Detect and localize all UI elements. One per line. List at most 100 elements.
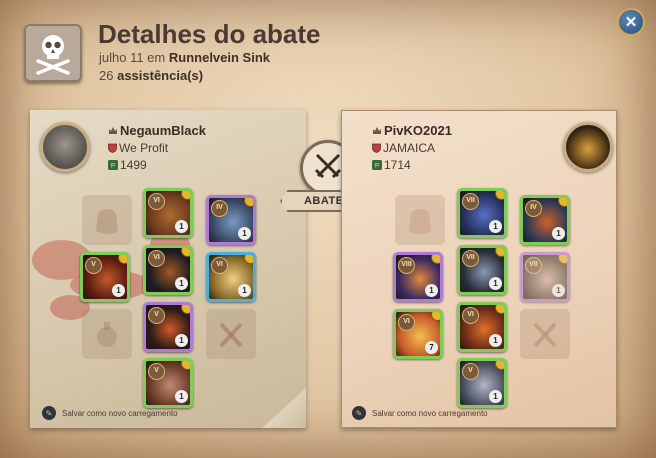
- killer-armor-slot[interactable]: VI 1: [143, 245, 193, 295]
- kill-date-location: julho 11 em Runnelvein Sink: [99, 50, 270, 65]
- victim-head-slot[interactable]: VII 1: [457, 188, 507, 238]
- empty-potion-slot: [82, 309, 132, 359]
- quantity-badge: 1: [489, 277, 502, 290]
- crossed-swords-icon: [311, 149, 345, 188]
- victim-guild-row: JAMAICA: [372, 141, 435, 156]
- killer-cape-slot[interactable]: IV 1: [206, 195, 256, 245]
- empty-food-slot: [520, 309, 570, 359]
- tier-badge: VI: [462, 307, 479, 324]
- guild-shield-icon: [108, 142, 117, 156]
- quantity-badge: 1: [489, 334, 502, 347]
- quantity-badge: 1: [489, 390, 502, 403]
- victim-item-power: 1714: [384, 158, 411, 172]
- tier-badge: V: [148, 363, 165, 380]
- save-loadout-icon: ✎: [352, 406, 366, 420]
- quantity-badge: 1: [552, 284, 565, 297]
- empty-bag-slot: [395, 195, 445, 245]
- quantity-badge: 1: [175, 277, 188, 290]
- fork-knife-icon: [520, 322, 570, 363]
- quantity-badge: 7: [425, 341, 438, 354]
- item-power-icon: P: [372, 159, 382, 173]
- tier-badge: V: [148, 307, 165, 324]
- victim-name-row: PivKO2021: [372, 123, 452, 139]
- victim-name: PivKO2021: [384, 123, 452, 138]
- enchant-icon: [181, 248, 190, 257]
- enchant-icon: [495, 305, 504, 314]
- tier-badge: VI: [398, 314, 415, 331]
- killer-offhand-slot[interactable]: VI 1: [206, 252, 256, 302]
- tier-badge: VII: [462, 250, 479, 267]
- killer-guild: We Profit: [119, 141, 169, 155]
- victim-ip-row: P 1714: [372, 158, 411, 173]
- victim-avatar: [563, 122, 613, 172]
- victim-armor-slot[interactable]: VII 1: [457, 245, 507, 295]
- assist-label: assistência(s): [117, 68, 204, 83]
- enchant-icon: [181, 361, 190, 370]
- crown-icon: [372, 124, 382, 139]
- save-loadout-icon: ✎: [42, 406, 56, 420]
- enchant-icon: [244, 255, 253, 264]
- tier-badge: VIII: [398, 257, 415, 274]
- tier-badge: VII: [525, 257, 542, 274]
- victim-guild: JAMAICA: [383, 141, 436, 155]
- victim-mainhand-slot[interactable]: VIII 1: [393, 252, 443, 302]
- page-title: Detalhes do abate: [98, 19, 321, 49]
- tier-badge: VI: [148, 193, 165, 210]
- quantity-badge: 1: [175, 334, 188, 347]
- assist-count-row: 26 assistência(s): [99, 68, 203, 83]
- svg-text:P: P: [375, 164, 379, 170]
- killer-save-loadout[interactable]: ✎ Salvar como novo carregamento: [42, 406, 178, 420]
- tier-badge: IV: [525, 200, 542, 217]
- tier-badge: VII: [462, 193, 479, 210]
- enchant-icon: [181, 305, 190, 314]
- victim-mount-slot[interactable]: V1: [457, 358, 507, 408]
- enchant-icon: [495, 248, 504, 257]
- svg-text:P: P: [111, 164, 115, 170]
- fork-knife-icon: [206, 322, 256, 363]
- enchant-icon: [558, 198, 567, 207]
- killer-name: NegaumBlack: [120, 123, 206, 138]
- enchant-icon: [495, 191, 504, 200]
- killer-mainhand-slot[interactable]: V1: [80, 252, 130, 302]
- quantity-badge: 1: [238, 227, 251, 240]
- victim-potion-slot[interactable]: VI 7: [393, 309, 443, 359]
- tier-badge: V: [462, 363, 479, 380]
- victim-shoes-slot[interactable]: VI 1: [457, 302, 507, 352]
- quantity-badge: 1: [425, 284, 438, 297]
- quantity-badge: 1: [175, 390, 188, 403]
- killer-head-slot[interactable]: VI 1: [143, 188, 193, 238]
- tier-badge: VI: [211, 257, 228, 274]
- guild-shield-icon: [372, 142, 381, 156]
- quantity-badge: 1: [238, 284, 251, 297]
- tier-badge: IV: [211, 200, 228, 217]
- killer-save-label: Salvar como novo carregamento: [62, 408, 178, 418]
- item-power-icon: P: [108, 159, 118, 173]
- empty-food-slot: [206, 309, 256, 359]
- killer-ip-row: P 1499: [108, 158, 147, 173]
- enchant-icon: [431, 312, 440, 321]
- victim-cape-slot[interactable]: IV 1: [520, 195, 570, 245]
- victim-save-label: Salvar como novo carregamento: [372, 408, 488, 418]
- killer-mount-slot[interactable]: V1: [143, 358, 193, 408]
- quantity-badge: 1: [552, 227, 565, 240]
- enchant-icon: [495, 361, 504, 370]
- crown-icon: [108, 124, 118, 139]
- skull-crossbones-icon: [24, 24, 82, 82]
- killer-name-row: NegaumBlack: [108, 123, 206, 139]
- tier-badge: V: [85, 257, 102, 274]
- killer-avatar: [40, 122, 90, 172]
- enchant-icon: [181, 191, 190, 200]
- quantity-badge: 1: [175, 220, 188, 233]
- tier-badge: VI: [148, 250, 165, 267]
- enchant-icon: [558, 255, 567, 264]
- quantity-badge: 1: [112, 284, 125, 297]
- close-button[interactable]: ✕: [617, 8, 645, 36]
- empty-bag-slot: [82, 195, 132, 245]
- victim-save-loadout[interactable]: ✎ Salvar como novo carregamento: [352, 406, 488, 420]
- killer-guild-row: We Profit: [108, 141, 168, 156]
- killer-shoes-slot[interactable]: V1: [143, 302, 193, 352]
- victim-offhand-slot[interactable]: VII 1: [520, 252, 570, 302]
- date-text: julho 11 em: [99, 50, 166, 65]
- close-icon: ✕: [624, 14, 638, 31]
- location-text: Runnelvein Sink: [168, 50, 271, 65]
